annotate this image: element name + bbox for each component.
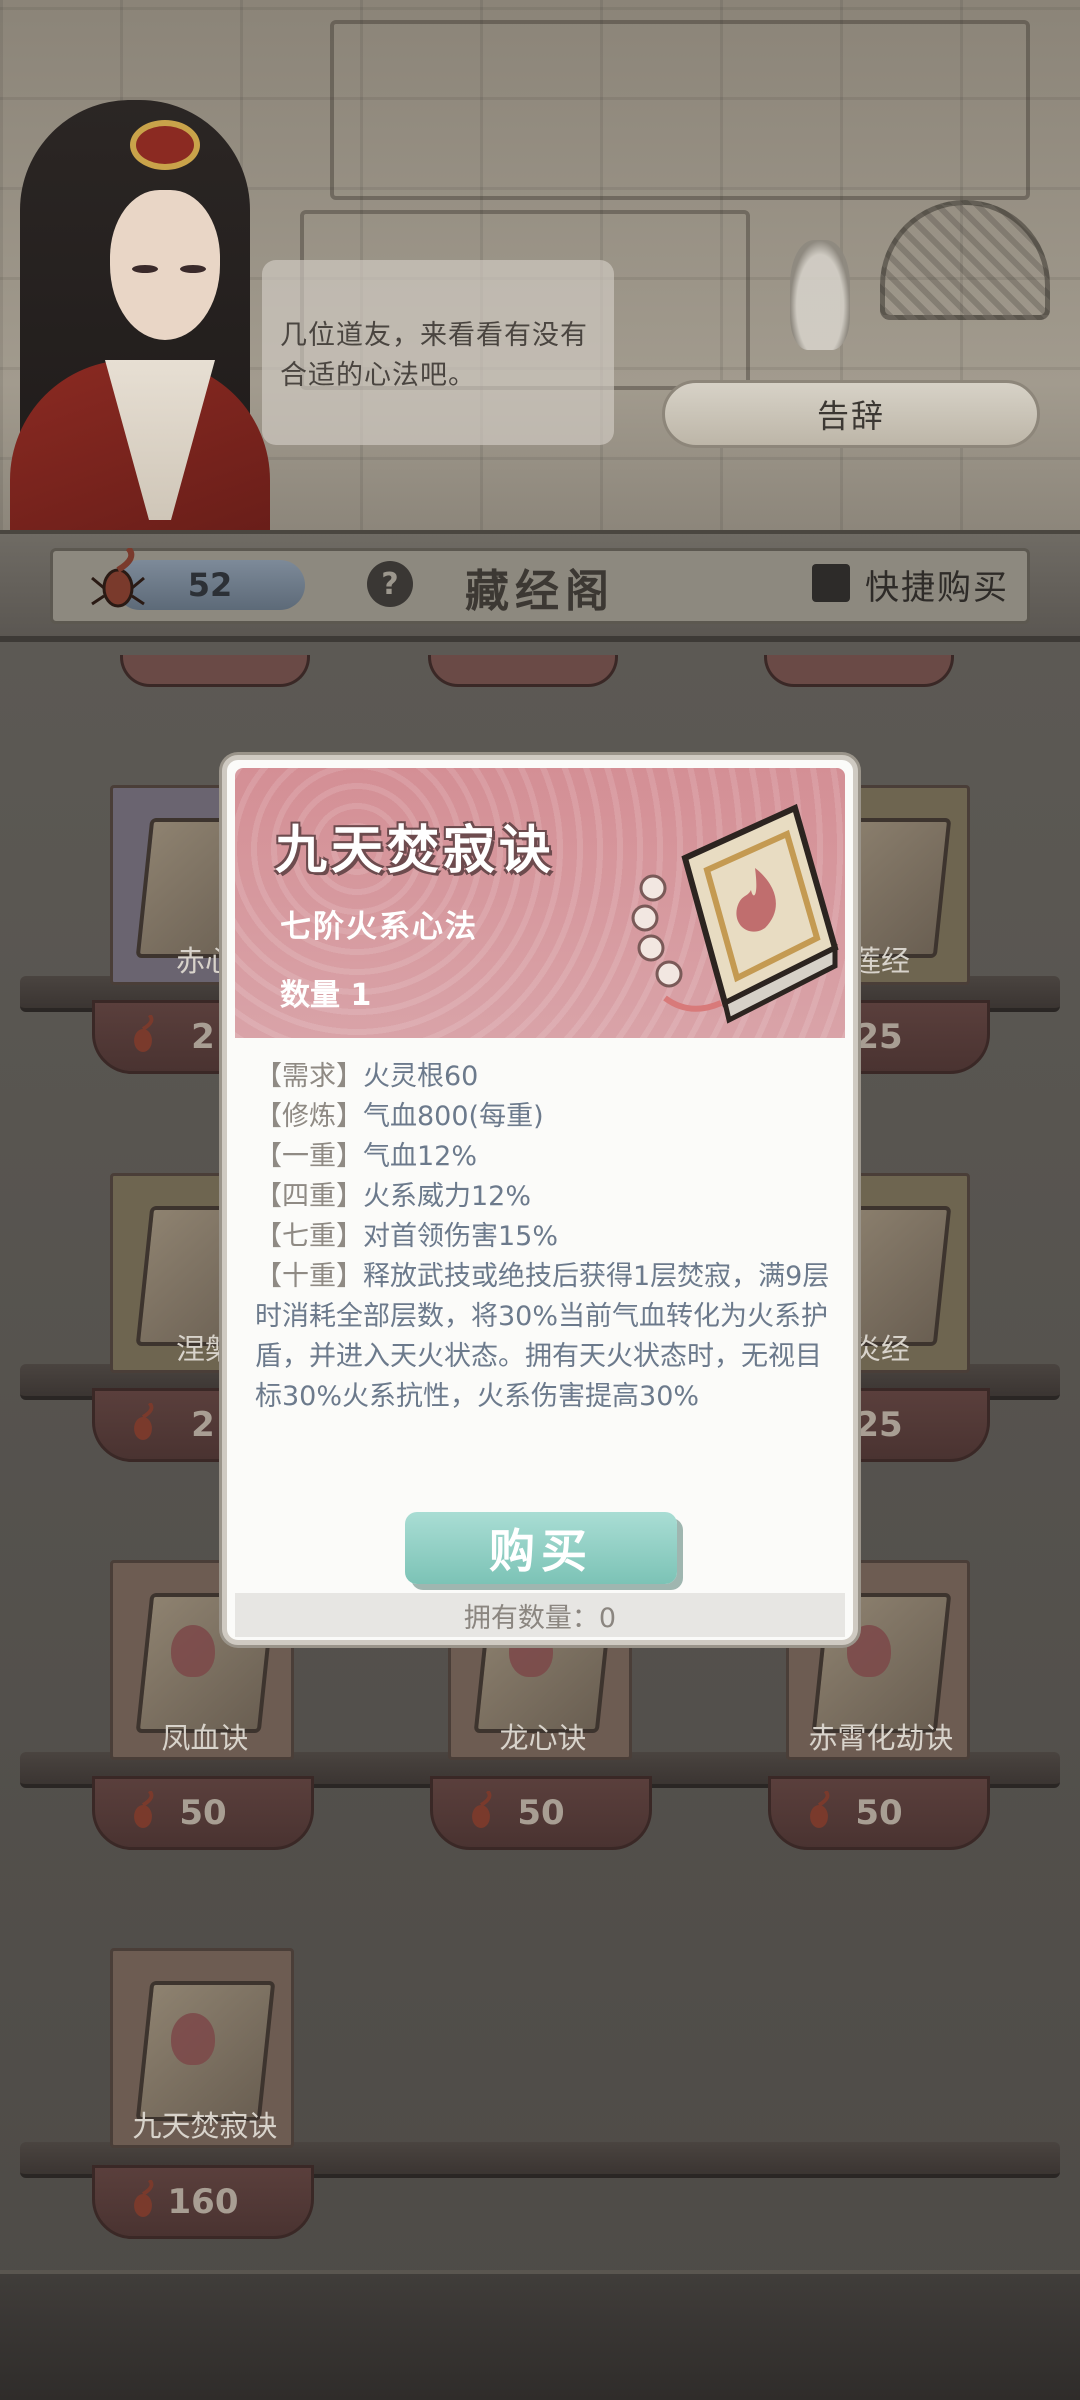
scorpion-currency-icon: [134, 1015, 154, 1053]
item-name: 九天焚寂诀: [132, 2109, 278, 2143]
item-price: 25: [855, 1017, 903, 1057]
vase-decor: [790, 240, 850, 350]
flame-icon: [171, 1625, 215, 1677]
stat-key: 【四重】: [255, 1181, 363, 1212]
stat-value: 火灵根60: [363, 1061, 479, 1092]
fan-decor: [880, 200, 1050, 320]
help-icon[interactable]: ?: [367, 561, 413, 607]
modal-header: 九天焚寂诀 七阶火系心法 数量 1: [235, 768, 845, 1038]
stat-line: 【修炼】气血800(每重): [255, 1097, 835, 1137]
stat-value: 对首领伤害15%: [363, 1221, 559, 1252]
flame-icon: [171, 2013, 215, 2065]
stat-line: 【四重】火系威力12%: [255, 1177, 835, 1217]
book-icon: [631, 803, 839, 1024]
stat-value: 火系威力12%: [363, 1181, 532, 1212]
quick-buy-checkbox[interactable]: [812, 564, 850, 602]
dialogue-text: 几位道友，来看看有没有合适的心法吧。: [280, 320, 588, 391]
price-tag[interactable]: 50: [768, 1776, 990, 1850]
page-title: 藏经阁: [465, 566, 615, 617]
modal-quantity: 数量 1: [280, 978, 372, 1013]
modal-subtitle: 七阶火系心法: [280, 909, 478, 945]
stat-key: 【需求】: [255, 1061, 363, 1092]
scorpion-currency-icon: [810, 1791, 830, 1829]
item-detail-modal: 九天焚寂诀 七阶火系心法 数量 1 【需求】火灵根60 【修炼】气血800(每重…: [222, 755, 858, 1645]
price-tag-stub: [428, 655, 618, 687]
stat-line-tenth: 【十重】释放武技或绝技后获得1层焚寂，满9层时消耗全部层数，将30%当前气血转化…: [255, 1257, 835, 1417]
price-tag-stub: [120, 655, 310, 687]
scorpion-currency-icon: [91, 548, 145, 608]
item-price: 2: [191, 1017, 215, 1057]
item-name: 龙心诀: [499, 1721, 587, 1755]
npc-eye: [180, 265, 206, 273]
npc-character: [0, 60, 280, 620]
item-price: 2: [191, 1405, 215, 1445]
item-price: 50: [855, 1793, 903, 1833]
quick-buy-label[interactable]: 快捷购买: [865, 560, 1009, 609]
bookshelf-decor: [330, 20, 1030, 200]
price-tag-stub: [764, 655, 954, 687]
stat-value: 气血12%: [363, 1141, 478, 1172]
stat-line: 【一重】气血12%: [255, 1137, 835, 1177]
modal-description: 【需求】火灵根60 【修炼】气血800(每重) 【一重】气血12% 【四重】火系…: [255, 1057, 835, 1417]
bottom-bar: [0, 2270, 1080, 2400]
stat-key: 【一重】: [255, 1141, 363, 1172]
npc-hairpiece: [130, 120, 200, 170]
shop-item-card[interactable]: 九天焚寂诀: [110, 1948, 294, 2148]
item-name: 凤血诀: [161, 1721, 249, 1755]
item-name: 赤霄化劫诀: [808, 1721, 954, 1755]
item-price: 160: [167, 2182, 239, 2222]
scorpion-currency-icon: [134, 1791, 154, 1829]
item-price: 50: [179, 1793, 227, 1833]
price-tag[interactable]: 160: [92, 2165, 314, 2239]
scorpion-currency-icon: [472, 1791, 492, 1829]
leave-button[interactable]: 告辞: [662, 380, 1040, 448]
modal-title: 九天焚寂诀: [275, 821, 556, 881]
stat-key: 【修炼】: [255, 1101, 363, 1132]
npc-eye: [132, 265, 158, 273]
item-price: 25: [855, 1405, 903, 1445]
stat-key: 【七重】: [255, 1221, 363, 1252]
npc-face: [110, 190, 220, 340]
item-price: 50: [517, 1793, 565, 1833]
price-tag[interactable]: 50: [430, 1776, 652, 1850]
dialogue-bubble: 几位道友，来看看有没有合适的心法吧。: [262, 260, 614, 445]
stat-value: 气血800(每重): [363, 1101, 544, 1132]
stat-key: 【十重】: [255, 1261, 363, 1292]
buy-button[interactable]: 购买: [405, 1512, 677, 1584]
stat-line: 【七重】对首领伤害15%: [255, 1217, 835, 1257]
scorpion-currency-icon: [134, 2180, 154, 2218]
owned-count: 拥有数量：0: [235, 1593, 845, 1637]
price-tag[interactable]: 50: [92, 1776, 314, 1850]
scorpion-currency-icon: [134, 1403, 154, 1441]
stat-line: 【需求】火灵根60: [255, 1057, 835, 1097]
